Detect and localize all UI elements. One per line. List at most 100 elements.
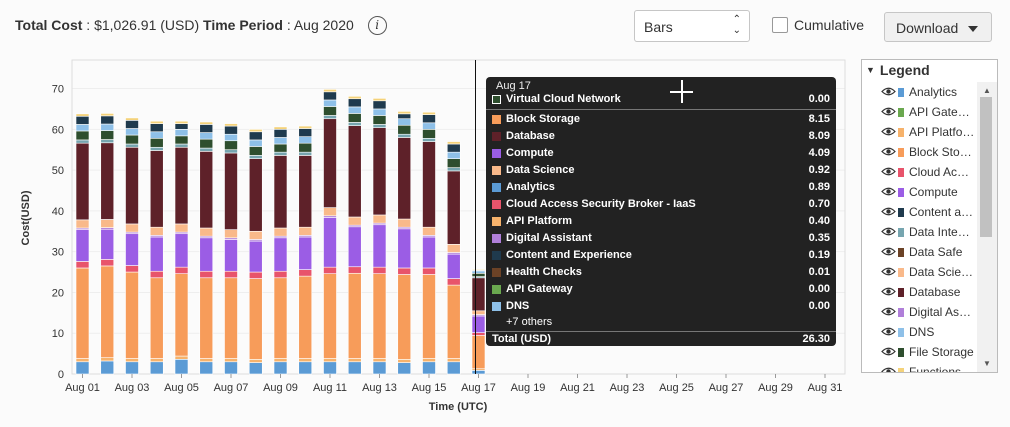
legend-item[interactable]: Compute [862,182,976,202]
legend-swatch [898,228,904,237]
bar-segment [298,136,313,144]
eye-icon[interactable] [881,346,896,357]
legend-item[interactable]: Database [862,282,976,302]
bar-segment [298,125,313,129]
bar-segment [372,224,387,268]
tooltip-row-name: Cloud Access Security Broker - IaaS [506,198,696,210]
scroll-down-icon[interactable]: ▼ [983,359,991,368]
legend-scrollbar[interactable]: ▲ ▼ [977,82,997,372]
legend-item[interactable]: Functions [862,362,976,372]
bar-stack [422,111,436,375]
legend-item[interactable]: Data Scie… [862,262,976,282]
legend-item[interactable]: File Storage [862,342,976,362]
eye-icon[interactable] [881,306,896,317]
legend-item[interactable]: Cloud Ac… [862,162,976,182]
bar-segment [149,236,164,272]
bar-segment [248,359,263,363]
legend-header[interactable]: ▼ Legend [866,62,930,78]
scroll-thumb[interactable] [980,97,992,237]
bar-segment [199,124,214,133]
bar-segment [273,143,288,153]
legend-item[interactable]: API Platfo… [862,122,976,142]
legend-item[interactable]: Data Inte… [862,222,976,242]
crosshair-cursor-icon [670,80,693,103]
bar-segment [75,261,90,269]
y-tick-label: 40 [52,206,64,218]
bar-segment [397,111,412,115]
x-tick-label: Aug 09 [263,382,298,394]
bar-segment [248,240,263,273]
scroll-up-icon[interactable]: ▲ [983,86,991,95]
bar-segment [422,137,436,142]
bar-segment [323,91,337,101]
tooltip-row-name: API Gateway [506,283,573,295]
legend-item[interactable]: Digital As… [862,302,976,322]
bar-segment [125,265,139,273]
bar-segment [174,129,189,137]
legend-item[interactable]: Block Sto… [862,142,976,162]
bar-segment [149,123,164,133]
x-tick-label: Aug 19 [511,382,546,394]
bar-segment [347,266,362,274]
bar-segment [224,125,238,135]
eye-icon[interactable] [881,286,896,297]
bar-segment [224,149,238,154]
bar-segment [100,115,115,125]
bar-segment [273,137,288,145]
tooltip-others: +7 others [506,316,553,328]
bar-segment [125,146,139,225]
bar-segment [372,127,387,216]
bar-segment [100,219,115,228]
bar-segment [199,147,214,152]
bar-segment [323,115,337,120]
y-axis-label: Cost(USD) [20,190,32,245]
bar-segment [224,277,238,359]
eye-icon[interactable] [881,326,896,337]
eye-icon[interactable] [881,206,896,217]
eye-icon[interactable] [881,146,896,157]
bar-segment [224,229,238,239]
legend-item[interactable]: DNS [862,322,976,342]
legend-item[interactable]: Analytics [862,82,976,102]
bar-segment [422,122,436,130]
eye-icon[interactable] [881,106,896,117]
bar-segment [149,361,164,375]
bar-segment [273,151,288,156]
eye-icon[interactable] [881,246,896,257]
eye-icon[interactable] [881,366,896,372]
bar-segment [471,273,486,277]
tooltip-row-name: Compute [506,147,554,159]
bar-segment [446,253,461,279]
bar-segment [199,358,214,363]
bar-segment [298,269,313,277]
x-tick-label: Aug 21 [560,382,595,394]
legend-item-label: Data Inte… [909,225,970,239]
bar-segment [372,266,387,274]
bar-segment [75,142,90,221]
eye-icon[interactable] [881,86,896,97]
eye-icon[interactable] [881,126,896,137]
bar-segment [174,143,189,148]
eye-icon[interactable] [881,186,896,197]
tooltip-row-name: Analytics [506,181,555,193]
bar-segment [75,130,90,141]
bar-segment [298,226,313,236]
legend-item[interactable]: Data Safe [862,242,976,262]
eye-icon[interactable] [881,226,896,237]
bar-segment [224,358,238,363]
bar-segment [372,115,387,125]
bar-series [75,89,486,375]
legend-item[interactable]: Content a… [862,202,976,222]
bar-segment [199,121,214,125]
bar-segment [125,358,139,363]
bar-segment [199,227,214,237]
bar-segment [199,132,214,140]
bar-segment [149,277,164,359]
legend-item-label: API Platfo… [909,125,975,139]
eye-icon[interactable] [881,266,896,277]
legend-item[interactable]: API Gate… [862,102,976,122]
bar-segment [323,361,337,375]
tooltip-row-value: 0.70 [808,198,830,210]
bar-segment [174,135,189,145]
eye-icon[interactable] [881,166,896,177]
